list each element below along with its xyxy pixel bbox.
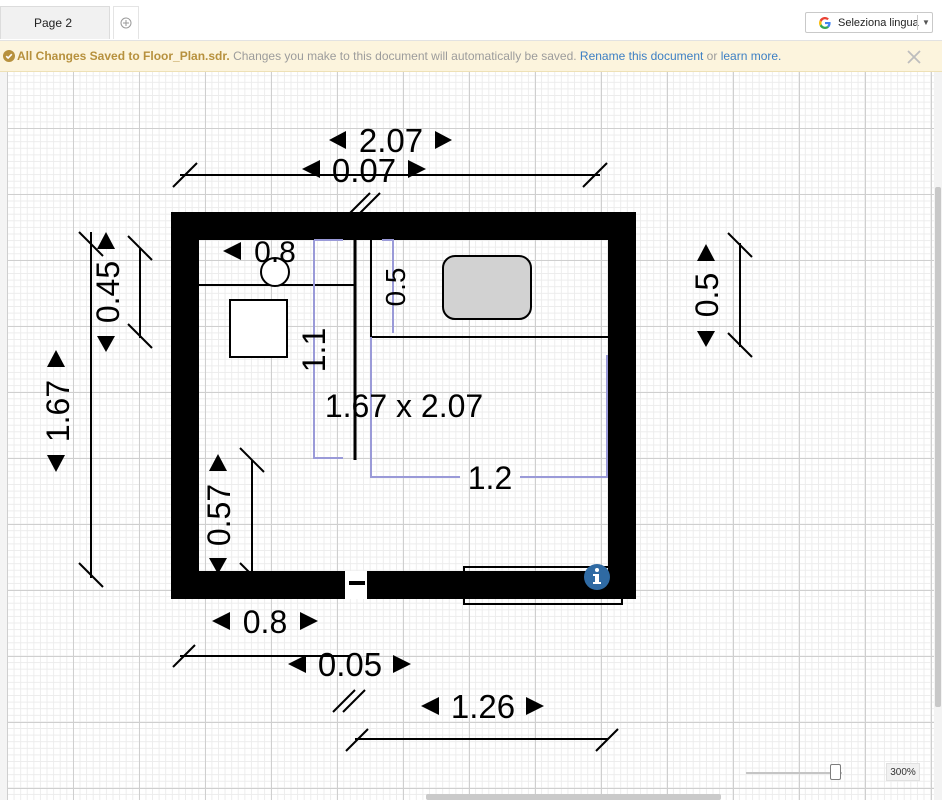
dim-inner-width[interactable]: 1.2 <box>468 460 512 496</box>
autosave-message: Changes you make to this document will a… <box>233 49 577 63</box>
language-select-label: Seleziona lingua <box>838 16 919 29</box>
vertical-scroll-thumb[interactable] <box>935 187 941 707</box>
tab-page-2[interactable]: Page 2 <box>0 6 110 39</box>
zoom-slider-track[interactable] <box>746 772 842 774</box>
select-divider <box>917 15 918 30</box>
saved-status: All Changes Saved to Floor_Plan.sdr. <box>17 49 230 63</box>
plus-circle-icon <box>120 17 132 29</box>
dim-bottom-right[interactable]: 1.26 <box>451 688 515 725</box>
or-text: or <box>706 49 718 63</box>
add-page-button[interactable] <box>113 6 139 39</box>
learn-more-link[interactable]: learn more. <box>721 49 782 63</box>
check-circle-icon <box>3 50 15 62</box>
door-threshold <box>349 581 365 585</box>
horizontal-scroll-thumb[interactable] <box>426 794 721 800</box>
dim-left-lower[interactable]: 0.57 <box>201 484 237 546</box>
drawing-canvas[interactable]: 2.07 0.07 0.8 0.45 1.67 0.5 0.5 1.1 1.67… <box>0 72 934 800</box>
rename-document-link[interactable]: Rename this document <box>580 49 703 63</box>
vertical-ruler <box>0 72 8 800</box>
close-icon[interactable] <box>906 49 922 65</box>
tab-bar: Page 2 Seleziona lingua ▼ <box>0 0 942 41</box>
dim-bottom-mid[interactable]: 0.05 <box>318 646 382 683</box>
zoom-slider-handle[interactable] <box>830 764 841 780</box>
sliding-door-bar[interactable] <box>367 577 538 592</box>
toilet-fixture[interactable] <box>229 299 288 358</box>
vertical-scrollbar[interactable] <box>934 72 942 800</box>
dim-bottom-left[interactable]: 0.8 <box>243 604 287 640</box>
zoom-level[interactable]: 300% <box>886 763 920 781</box>
info-icon[interactable] <box>584 564 610 590</box>
dim-top-inner[interactable]: 0.07 <box>332 152 396 189</box>
dim-right[interactable]: 0.5 <box>689 273 725 317</box>
tab-label: Page 2 <box>34 16 73 30</box>
bathtub-fixture[interactable] <box>442 255 532 320</box>
google-g-icon <box>819 16 831 29</box>
language-select[interactable]: Seleziona lingua ▼ <box>805 12 933 33</box>
chevron-down-icon: ▼ <box>922 18 930 27</box>
room-area-label[interactable]: 1.67 x 2.07 <box>325 388 483 424</box>
dim-inner-vertical-a[interactable]: 0.5 <box>380 268 411 307</box>
dim-left-outer[interactable]: 1.67 <box>40 380 76 442</box>
dim-inner-vertical-b[interactable]: 1.1 <box>296 328 332 372</box>
autosave-notice-bar: All Changes Saved to Floor_Plan.sdr. Cha… <box>0 41 942 72</box>
floor-plan: 2.07 0.07 0.8 0.45 1.67 0.5 0.5 1.1 1.67… <box>40 122 753 752</box>
dim-left-upper[interactable]: 0.45 <box>90 261 126 323</box>
dim-inner-top[interactable]: 0.8 <box>254 236 296 269</box>
